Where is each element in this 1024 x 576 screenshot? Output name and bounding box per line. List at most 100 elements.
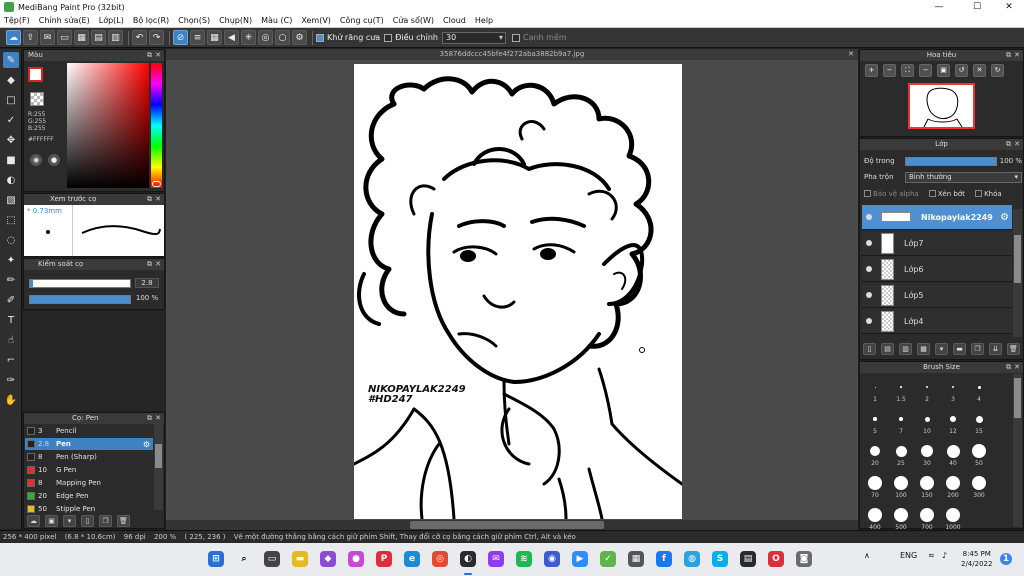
- panel-float-icon[interactable]: ⧉: [1006, 362, 1011, 373]
- layers-icon[interactable]: ▤: [91, 30, 106, 45]
- layer-list-scrollbar[interactable]: [1013, 209, 1022, 337]
- operation-tool-icon[interactable]: ☝: [3, 332, 19, 348]
- new-layer-icon[interactable]: ▯: [863, 343, 876, 355]
- skype-icon[interactable]: S: [712, 551, 728, 567]
- new-1bit-layer-icon[interactable]: ▦: [917, 343, 930, 355]
- layer-row[interactable]: Lớp5: [862, 283, 1012, 308]
- bucket-tool-icon[interactable]: ◐: [3, 172, 19, 188]
- blur-tool-icon[interactable]: ✑: [3, 372, 19, 388]
- brush-settings-gear-icon[interactable]: ⚙: [143, 440, 150, 449]
- brush-menu-icon[interactable]: ▾: [63, 515, 76, 527]
- task-view-icon[interactable]: ▭: [264, 551, 280, 567]
- grid-snap-icon[interactable]: ▦: [207, 30, 222, 45]
- wifi-icon[interactable]: ≈: [928, 551, 935, 560]
- brush-size-scrollbar[interactable]: [1013, 374, 1022, 527]
- magic-wand-icon[interactable]: ✦: [3, 252, 19, 268]
- merge-layer-icon[interactable]: ⇊: [989, 343, 1002, 355]
- panel-icon[interactable]: ▥: [108, 30, 123, 45]
- menu-color[interactable]: Màu (C): [261, 16, 292, 25]
- brush-tool-icon[interactable]: ✎: [3, 52, 19, 68]
- spotify-icon[interactable]: ≋: [516, 551, 532, 567]
- select-tool-icon[interactable]: ⬚: [3, 212, 19, 228]
- brush-page-icon[interactable]: ▯: [81, 515, 94, 527]
- menu-edit[interactable]: Chỉnh sửa(E): [39, 16, 90, 25]
- layer-visibility-icon[interactable]: [866, 318, 872, 324]
- select-eraser-icon[interactable]: ✐: [3, 292, 19, 308]
- adjust-checkbox[interactable]: [384, 33, 393, 42]
- brush-size-preset[interactable]: 100: [889, 474, 913, 499]
- brush-add-icon[interactable]: ▣: [45, 515, 58, 527]
- menu-layer[interactable]: Lớp(L): [99, 16, 124, 25]
- brush-size-value[interactable]: 2.8: [135, 278, 159, 288]
- navigator-preview[interactable]: [908, 83, 975, 129]
- undo-icon[interactable]: ↶: [132, 30, 147, 45]
- menu-filter[interactable]: Bộ lọc(R): [133, 16, 169, 25]
- cloud-icon[interactable]: ☁: [6, 30, 21, 45]
- volume-icon[interactable]: ♪: [942, 551, 947, 560]
- layer-settings-gear-icon[interactable]: ⚙: [1000, 212, 1009, 223]
- camera-icon[interactable]: ◙: [796, 551, 812, 567]
- hand-tool-icon[interactable]: ✋: [3, 392, 19, 408]
- app-dark-icon[interactable]: ▦: [628, 551, 644, 567]
- brush-size-preset[interactable]: 15: [967, 410, 991, 435]
- brush-size-preset[interactable]: 200: [941, 474, 965, 499]
- fill-rect-icon[interactable]: ■: [3, 152, 19, 168]
- zoom-reset-icon[interactable]: −: [919, 64, 932, 77]
- panel-float-icon[interactable]: ⧉: [147, 50, 152, 61]
- search-icon[interactable]: ⌕: [236, 551, 252, 567]
- canvas-workspace[interactable]: NIKOPAYLAK2249 #HD247: [166, 60, 858, 520]
- brush-size-preset[interactable]: 12: [941, 410, 965, 435]
- app-pink-icon[interactable]: ●: [348, 551, 364, 567]
- brush-size-preset[interactable]: 10: [915, 410, 939, 435]
- menu-window[interactable]: Cửa sổ(W): [393, 16, 434, 25]
- layer-menu-icon[interactable]: ▾: [935, 343, 948, 355]
- brush-size-preset[interactable]: 500: [889, 506, 913, 531]
- brush-size-preset[interactable]: 1: [863, 378, 887, 403]
- facebook-icon[interactable]: f: [656, 551, 672, 567]
- menu-tools[interactable]: Công cụ(T): [340, 16, 384, 25]
- redo-icon[interactable]: ↷: [149, 30, 164, 45]
- panel-close-icon[interactable]: ✕: [155, 259, 161, 270]
- messenger-icon[interactable]: ✉: [488, 551, 504, 567]
- close-button[interactable]: ✕: [994, 0, 1024, 14]
- layer-opacity-slider[interactable]: [905, 157, 997, 166]
- notifications-icon[interactable]: 1: [1000, 553, 1012, 565]
- brush-cloud-icon[interactable]: ☁: [27, 515, 40, 527]
- brush-list-item[interactable]: 3 Pencil: [25, 425, 153, 437]
- blend-mode-select[interactable]: Bình thường: [905, 172, 1022, 183]
- brush-list-item[interactable]: 10 G Pen: [25, 464, 153, 476]
- comment-icon[interactable]: ✉: [40, 30, 55, 45]
- zoom-app-icon[interactable]: ▶: [572, 551, 588, 567]
- brush-opacity-slider[interactable]: 100 %: [29, 294, 161, 304]
- panel-float-icon[interactable]: ⧉: [147, 413, 152, 424]
- foreground-color-swatch[interactable]: [28, 67, 43, 82]
- actual-size-icon[interactable]: ▣: [937, 64, 950, 77]
- brush-size-preset[interactable]: 3: [941, 378, 965, 403]
- layer-row[interactable]: Lớp7: [862, 231, 1012, 256]
- menu-view[interactable]: Xem(V): [301, 16, 331, 25]
- grid-icon[interactable]: ▦: [74, 30, 89, 45]
- menu-help[interactable]: Help: [475, 16, 493, 25]
- protect-alpha-checkbox[interactable]: [864, 190, 871, 197]
- flip-icon[interactable]: ✕: [973, 64, 986, 77]
- brush-list-item[interactable]: 2.8 Pen ⚙: [25, 438, 153, 450]
- brush-size-preset[interactable]: 70: [863, 474, 887, 499]
- shape-tool-icon[interactable]: □: [3, 92, 19, 108]
- new-halftone-layer-icon[interactable]: ▤: [881, 343, 894, 355]
- brush-size-preset[interactable]: 1000: [941, 506, 965, 531]
- brush-size-preset[interactable]: 2: [915, 378, 939, 403]
- radial-icon[interactable]: ✳: [241, 30, 256, 45]
- medibang-icon[interactable]: ◐: [460, 551, 476, 567]
- menu-cloud[interactable]: Cloud: [443, 16, 466, 25]
- app-green-icon[interactable]: ✓: [600, 551, 616, 567]
- transparent-color-swatch[interactable]: [30, 92, 44, 106]
- eyedropper-tool-icon[interactable]: ⌐: [3, 352, 19, 368]
- brush-size-preset[interactable]: 5: [863, 410, 887, 435]
- hue-slider[interactable]: [151, 63, 162, 188]
- lock-checkbox[interactable]: [975, 190, 983, 197]
- duplicate-layer-icon[interactable]: ❐: [971, 343, 984, 355]
- brush-size-preset[interactable]: 4: [967, 378, 991, 403]
- panel-float-icon[interactable]: ⧉: [147, 194, 152, 205]
- snap-off-icon[interactable]: ⊘: [173, 30, 188, 45]
- panel-close-icon[interactable]: ✕: [155, 194, 161, 205]
